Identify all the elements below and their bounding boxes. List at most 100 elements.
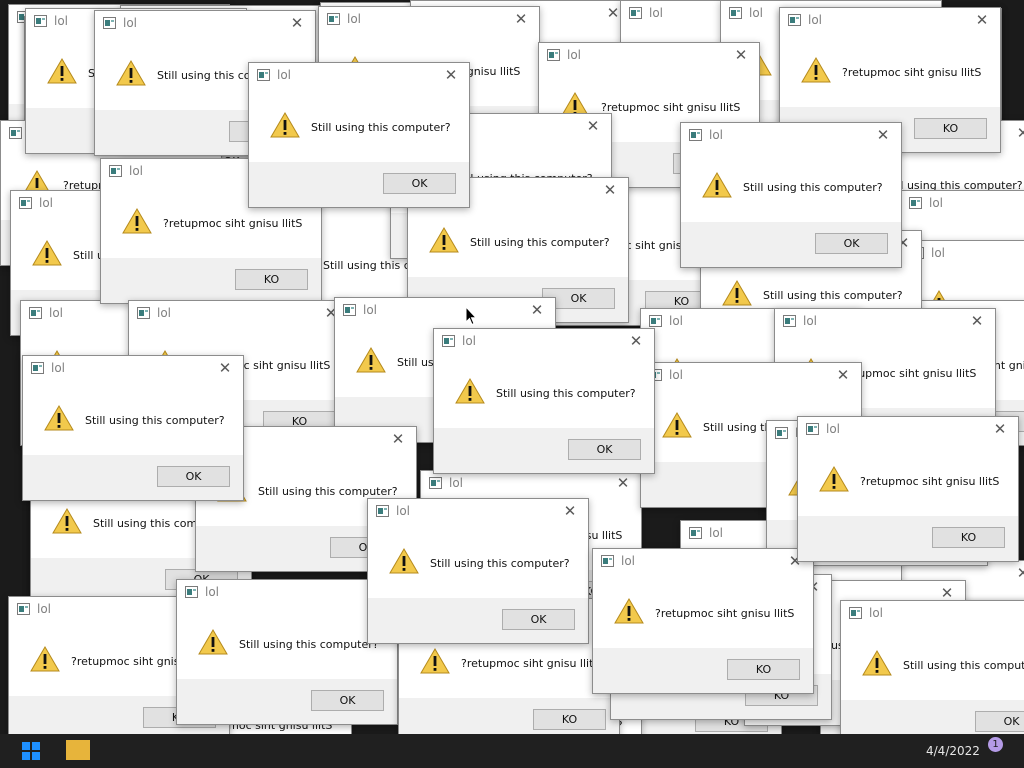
ok-button[interactable]: KO <box>533 709 606 730</box>
dialog-title: lol <box>157 306 172 320</box>
dialog-titlebar[interactable]: lol✕ <box>775 309 995 335</box>
app-icon <box>689 527 702 539</box>
close-icon[interactable]: ✕ <box>511 9 531 29</box>
dialog-title: lol <box>51 361 66 375</box>
close-icon[interactable]: ✕ <box>583 116 603 136</box>
dialog-titlebar[interactable]: lol✕ <box>539 43 759 69</box>
dialog-window[interactable]: lol✕Still using this computer?OK <box>367 498 589 644</box>
dialog-titlebar[interactable]: lol✕ <box>368 499 588 525</box>
dialog-title: lol <box>709 526 724 540</box>
close-icon[interactable]: ✕ <box>527 300 547 320</box>
dialog-titlebar[interactable]: lol ✕ <box>798 417 1018 443</box>
dialog-titlebar[interactable]: lol✕ <box>681 123 901 149</box>
dialog-title: lol <box>826 422 841 436</box>
desktop: lol ✕ Still using this computer? OK lol ✕ ?ret… <box>0 0 1024 768</box>
dialog-titlebar[interactable]: lol✕ <box>249 63 469 89</box>
close-icon[interactable]: ✕ <box>833 365 853 385</box>
ok-button[interactable]: OK <box>157 466 230 487</box>
notification-badge[interactable]: 1 <box>988 737 1003 752</box>
ok-button[interactable]: KO <box>914 118 987 139</box>
close-icon[interactable]: ✕ <box>972 10 992 30</box>
dialog-titlebar[interactable]: lol✕ <box>129 301 349 327</box>
ok-button[interactable]: OK <box>502 609 575 630</box>
dialog-message: ?retupmoc siht gnisu llitS <box>601 101 741 114</box>
dialog-window[interactable]: lol✕ Still using this computer? OK <box>248 62 470 208</box>
dialog-titlebar[interactable]: lol✕ <box>593 549 813 575</box>
dialog-titlebar[interactable]: lol✕ <box>780 8 1000 34</box>
ok-button[interactable]: KO <box>235 269 308 290</box>
app-icon <box>31 362 44 374</box>
dialog-window[interactable]: lol✕?retupmoc siht gnisu llitSKO <box>797 416 1019 562</box>
close-icon[interactable]: ✕ <box>967 311 987 331</box>
dialog-title: lol <box>929 196 944 210</box>
dialog-window[interactable]: lol✕ Still using this computer? OK <box>680 122 902 268</box>
dialog-titlebar[interactable]: lol ✕ <box>421 471 641 497</box>
close-icon[interactable]: ✕ <box>600 180 620 200</box>
dialog-message: ?retupmoc siht gnisu llitS <box>461 657 601 670</box>
dialog-window[interactable]: lol ✕ Still using this computer? OK <box>22 355 244 501</box>
dialog-message: Still using this computer? <box>496 387 636 400</box>
ok-button[interactable]: OK <box>568 439 641 460</box>
dialog-title: lol <box>363 303 378 317</box>
dialog-titlebar[interactable]: lol✕ <box>641 363 861 389</box>
dialog-titlebar[interactable]: lol✕ <box>95 11 315 37</box>
dialog-title: lol <box>449 476 464 490</box>
ok-button[interactable]: KO <box>932 527 1005 548</box>
dialog-message: Still using this computer? <box>311 121 451 134</box>
ok-button[interactable]: OK <box>975 711 1024 732</box>
dialog-title: lol <box>749 6 764 20</box>
close-icon[interactable]: ✕ <box>626 331 646 351</box>
dialog-window[interactable]: lol✕Still using this computer?OK <box>840 600 1024 746</box>
dialog-message: Still using this computer? <box>85 414 225 427</box>
dialog-message: Still using this computer? <box>763 289 903 302</box>
ok-button[interactable]: OK <box>815 233 888 254</box>
close-icon[interactable]: ✕ <box>731 45 751 65</box>
dialog-titlebar[interactable]: lol✕ <box>841 601 1024 627</box>
ok-button[interactable]: OK <box>311 690 384 711</box>
dialog-titlebar[interactable]: lol✕ <box>177 580 397 606</box>
app-icon <box>109 165 122 177</box>
file-explorer-icon[interactable] <box>66 740 90 760</box>
dialog-title: lol <box>129 164 144 178</box>
dialog-footer: KO <box>593 648 813 693</box>
dialog-titlebar[interactable]: lol ✕ <box>335 298 555 324</box>
warning-icon <box>31 239 63 267</box>
warning-icon <box>197 628 229 656</box>
app-icon <box>547 49 560 61</box>
close-icon[interactable]: ✕ <box>1013 123 1024 143</box>
app-icon <box>601 555 614 567</box>
dialog-window[interactable]: lol✕ Still using this computer? OK <box>433 328 655 474</box>
dialog-titlebar[interactable]: lol✕ <box>434 329 654 355</box>
app-icon <box>783 315 796 327</box>
warning-icon <box>419 647 451 675</box>
ok-button[interactable]: OK <box>383 173 456 194</box>
warning-icon <box>43 404 75 432</box>
app-icon <box>429 477 442 489</box>
close-icon[interactable]: ✕ <box>388 429 408 449</box>
ok-button[interactable]: KO <box>727 659 800 680</box>
dialog-message: ?retupmoc siht gnisu llitS <box>842 66 982 79</box>
warning-icon <box>454 377 486 405</box>
warning-icon <box>861 649 893 677</box>
close-icon[interactable]: ✕ <box>873 125 893 145</box>
close-icon[interactable]: ✕ <box>560 501 580 521</box>
app-icon <box>806 423 819 435</box>
dialog-titlebar[interactable]: lol✕ <box>901 191 1024 217</box>
dialog-window[interactable]: lol✕Still using this computer?OK <box>176 579 398 725</box>
windows-start-icon[interactable] <box>22 742 40 760</box>
dialog-title: lol <box>347 12 362 26</box>
close-icon[interactable]: ✕ <box>1013 563 1024 583</box>
dialog-titlebar[interactable]: lol ✕ <box>319 7 539 33</box>
close-icon[interactable]: ✕ <box>613 473 633 493</box>
warning-icon <box>818 465 850 493</box>
dialog-window[interactable]: lol✕?retupmoc siht gnisu llitSKO <box>592 548 814 694</box>
close-icon[interactable]: ✕ <box>441 65 461 85</box>
dialog-footer: OK <box>23 455 243 500</box>
dialog-titlebar[interactable]: lol ✕ <box>23 356 243 382</box>
close-icon[interactable]: ✕ <box>215 358 235 378</box>
warning-icon <box>355 346 387 374</box>
close-icon[interactable]: ✕ <box>990 419 1010 439</box>
dialog-message: Still using this computer? <box>743 181 883 194</box>
close-icon[interactable]: ✕ <box>287 13 307 33</box>
dialog-footer: OK <box>681 222 901 267</box>
